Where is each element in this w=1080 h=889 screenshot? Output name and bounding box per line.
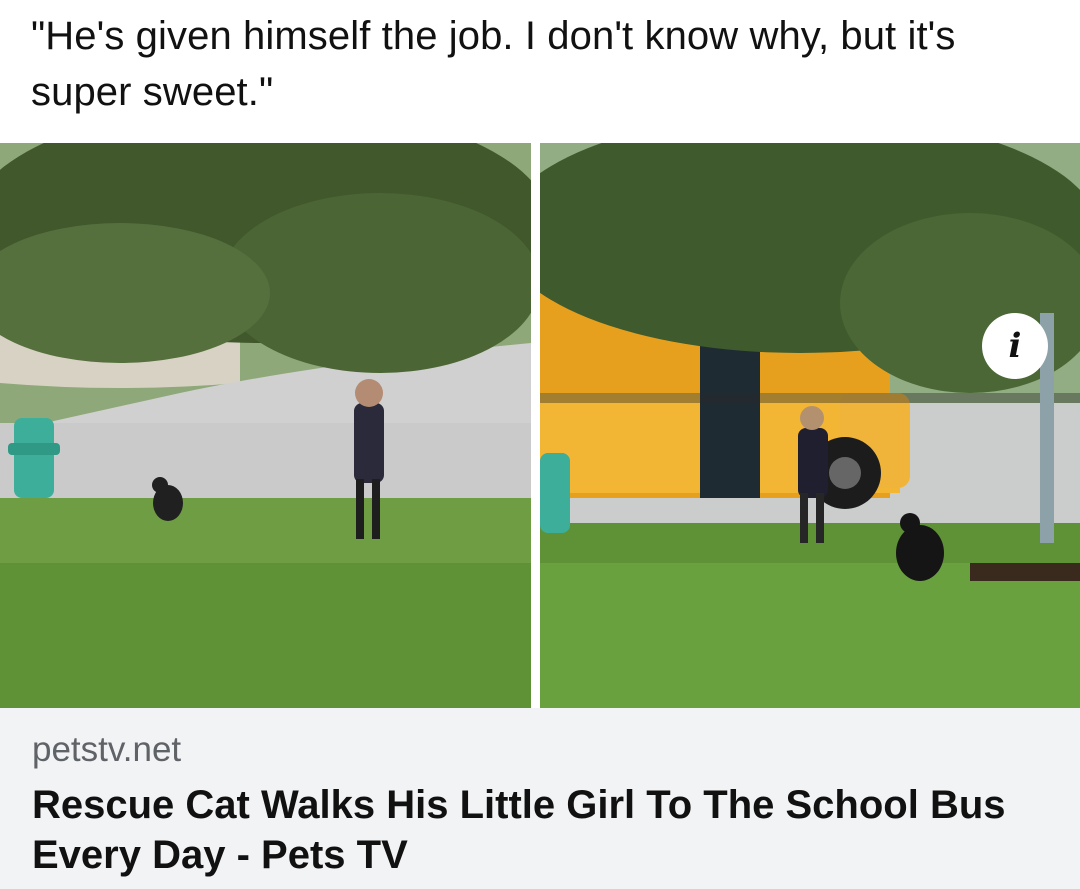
link-headline[interactable]: Rescue Cat Walks His Little Girl To The … xyxy=(32,780,1052,880)
link-domain[interactable]: petstv.net xyxy=(32,730,181,770)
link-card-images[interactable]: i xyxy=(0,143,1080,708)
info-button[interactable]: i xyxy=(982,313,1048,379)
photo-school-bus[interactable] xyxy=(540,143,1080,708)
image-divider xyxy=(531,143,540,708)
photo-cat-and-girl[interactable] xyxy=(0,143,531,708)
link-card-footer[interactable]: petstv.net Rescue Cat Walks His Little G… xyxy=(0,708,1080,889)
post-quote-text: "He's given himself the job. I don't kno… xyxy=(31,14,956,114)
info-icon: i xyxy=(1008,326,1022,366)
